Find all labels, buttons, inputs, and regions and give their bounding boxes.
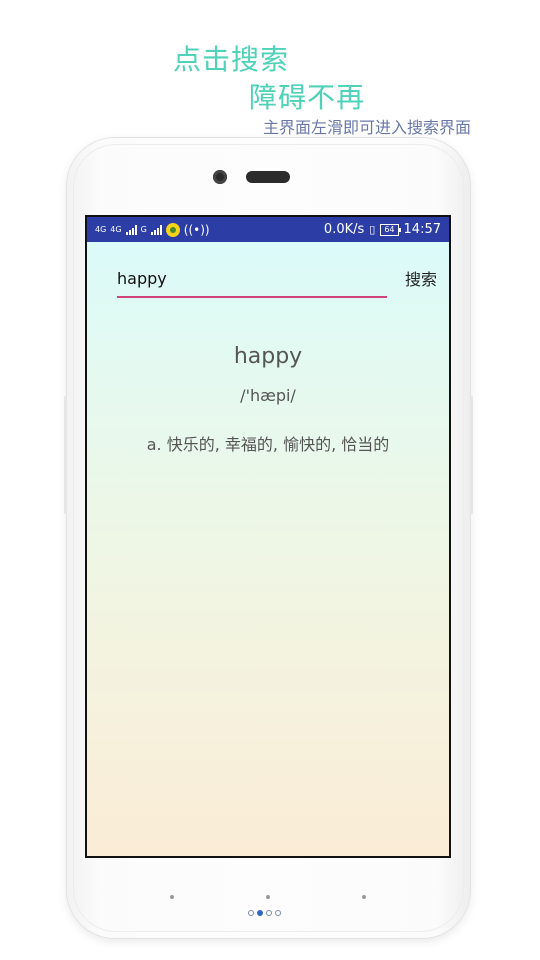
page-indicator-dot[interactable] (266, 910, 272, 916)
front-camera (213, 170, 227, 184)
result-word: happy (233, 344, 303, 369)
battery-icon: 64 (380, 223, 401, 236)
notification-app-icon (165, 222, 180, 237)
phone-frame: 4G 4G G ((•)) 0.0K/s ▯ 64 14:57 happy 搜索… (64, 138, 473, 938)
page-indicator-dot[interactable] (257, 910, 263, 916)
network-type-label: 4G (95, 224, 107, 234)
page-indicator (248, 910, 281, 916)
search-bar: 搜索 (117, 264, 437, 298)
status-bar: 4G 4G G ((•)) 0.0K/s ▯ 64 14:57 (87, 217, 449, 242)
wifi-hotspot-icon: ((•)) (183, 222, 210, 237)
signal1-label: 4G (110, 224, 122, 234)
phone-screen: 4G 4G G ((•)) 0.0K/s ▯ 64 14:57 happy 搜索… (85, 215, 451, 858)
clock: 14:57 (403, 222, 441, 237)
power-button (470, 396, 473, 514)
search-input[interactable] (117, 264, 387, 298)
promo-page: 点击搜索 障碍不再 主界面左滑即可进入搜索界面 4G 4G G ((•)) 0.… (0, 0, 540, 960)
result-definition: a. 快乐的, 幸福的, 愉快的, 恰当的 (146, 435, 390, 454)
promo-headline-2: 障碍不再 (249, 81, 366, 114)
app-screen: 4G 4G G ((•)) 0.0K/s ▯ 64 14:57 happy 搜索… (87, 217, 449, 856)
search-button[interactable]: 搜索 (397, 264, 437, 292)
nav-back-dot[interactable] (170, 895, 174, 899)
earpiece-speaker (246, 171, 290, 183)
vibrate-icon: ▯ (369, 223, 376, 236)
signal2-label: G (140, 224, 147, 234)
signal-strength-2-icon (150, 224, 162, 235)
promo-headline-1: 点击搜索 (173, 43, 290, 76)
page-indicator-dot[interactable] (248, 910, 254, 916)
result-phonetic: /'hæpi/ (240, 386, 296, 405)
network-speed: 0.0K/s (323, 222, 365, 237)
status-left-group: 4G 4G G ((•)) (95, 222, 210, 237)
page-indicator-dot[interactable] (275, 910, 281, 916)
nav-home-dot[interactable] (266, 895, 270, 899)
nav-recent-dot[interactable] (362, 895, 366, 899)
promo-subtitle: 主界面左滑即可进入搜索界面 (263, 118, 472, 137)
signal-strength-icon (125, 224, 137, 235)
status-right-group: 0.0K/s ▯ 64 14:57 (324, 222, 441, 237)
volume-button (64, 396, 67, 514)
